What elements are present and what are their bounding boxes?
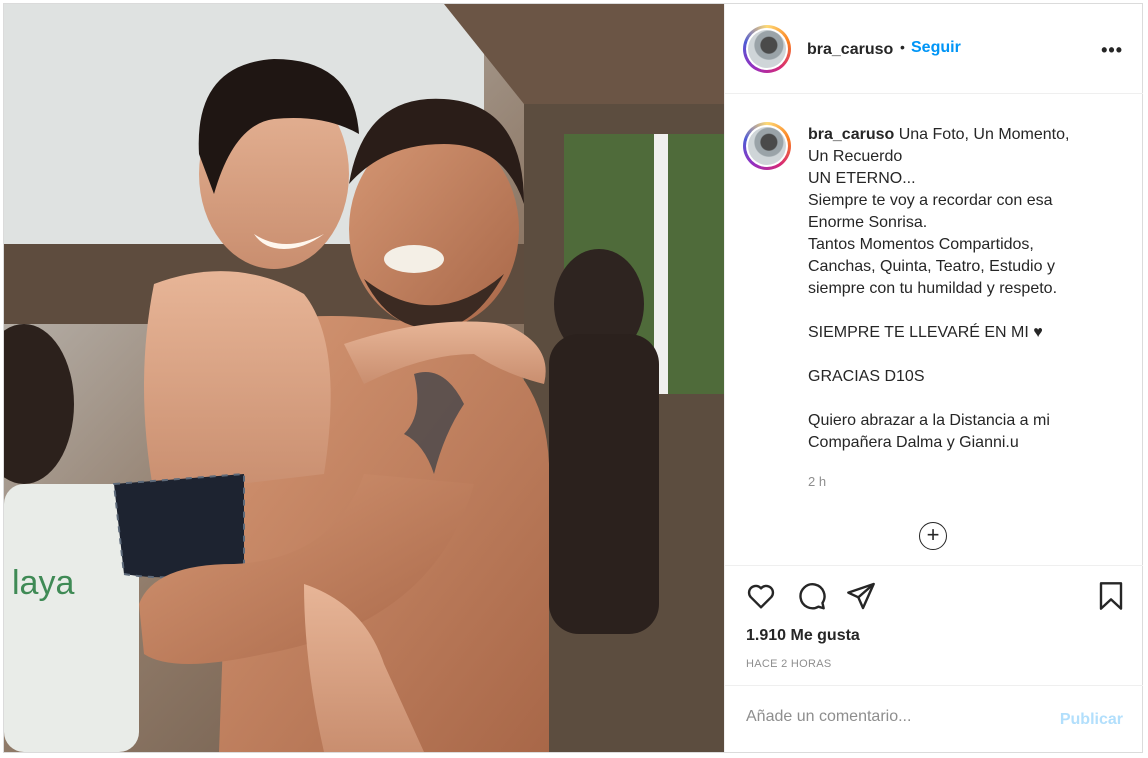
separator-dot: • [900,39,905,55]
more-horizontal-icon[interactable]: ••• [1101,40,1123,61]
caption-line: siempre con tu humildad y respeto. [808,280,1058,297]
bookmark-icon[interactable] [1095,580,1127,612]
caption-line: GRACIAS D10S [808,368,925,385]
caption-username[interactable]: bra_caruso [808,126,894,143]
post-header: bra_caruso • Seguir ••• [725,4,1143,94]
comment-form: Publicar [725,686,1143,752]
caption-line: UN ETERNO... [808,170,916,187]
paper-plane-icon[interactable] [845,580,877,612]
caption-line: Un Recuerdo [808,148,903,165]
caption-first-line: bra_caruso Una Foto, Un Momento, [808,124,1108,146]
follow-button[interactable]: Seguir [911,39,961,57]
comment-input[interactable] [746,708,1046,726]
post-actions: 1.910 Me gusta HACE 2 HORAS [725,566,1143,686]
posted-time[interactable]: HACE 2 HORAS [746,658,832,670]
comment-icon[interactable] [795,580,827,612]
caption-line: Quiero abrazar a la Distancia a mi [808,412,1050,429]
avatar-image [748,30,786,68]
caption-line: Tantos Momentos Compartidos, [808,236,1034,253]
caption-line: Siempre te voy a recordar con esa [808,192,1053,209]
header-username[interactable]: bra_caruso [807,41,893,59]
photo-illustration: laya [4,4,724,752]
caption-line: SIEMPRE TE LLEVARÉ EN MI ♥ [808,324,1043,341]
publish-button[interactable]: Publicar [1060,711,1123,729]
post-sidebar: bra_caruso • Seguir ••• bra_caruso Una F… [724,4,1143,752]
caption-avatar-image [748,127,786,165]
svg-text:laya: laya [12,564,74,602]
caption-time[interactable]: 2 h [808,474,826,489]
caption-text: bra_caruso Una Foto, Un Momento, Un Recue… [808,124,1108,454]
plus-circle-icon[interactable]: + [919,522,947,550]
caption-line [808,344,1108,366]
post-photo[interactable]: laya [4,4,724,752]
caption-section: bra_caruso Una Foto, Un Momento, Un Recue… [725,94,1143,566]
heart-icon[interactable] [745,580,777,612]
caption-avatar[interactable] [743,122,791,170]
caption-line: Compañera Dalma y Gianni.u [808,434,1019,451]
caption-line: Enorme Sonrisa. [808,214,928,231]
avatar[interactable] [743,25,791,73]
caption-line [808,388,1108,410]
caption-line: Canchas, Quinta, Teatro, Estudio y [808,258,1055,275]
likes-count[interactable]: 1.910 Me gusta [746,627,860,645]
caption-line-text: Una Foto, Un Momento, [898,126,1070,143]
caption-line [808,300,1108,322]
instagram-post: laya bra_caruso • Seguir ••• bra_caruso … [3,3,1143,753]
